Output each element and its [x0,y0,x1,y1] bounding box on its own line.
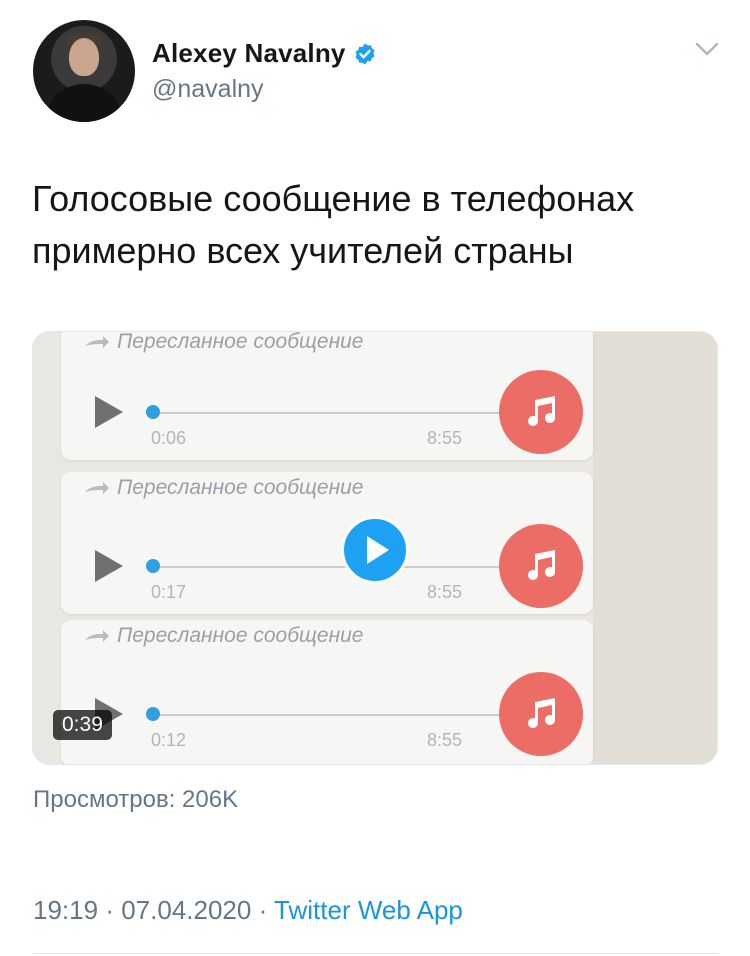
video-play-button[interactable] [341,516,409,584]
progress-dot [146,405,160,419]
total-time: 8:55 [427,730,463,750]
progress-dot [146,559,160,573]
forward-arrow-icon [85,336,109,348]
music-note-icon [528,550,555,580]
voice-message: Пересланное сообщение 0:17 8:55 [61,472,593,614]
video-player[interactable]: Пересланное сообщение 0:06 8:55 Переслан… [32,331,718,765]
verified-badge-icon [355,43,375,64]
avatar-body [45,84,123,122]
tweet-text-line-1: Голосовые сообщение в телефонах [32,178,635,219]
tweet-time[interactable]: 19:19 [33,895,98,925]
music-avatar [499,672,583,756]
forwarded-text: Пересланное сообщение [117,476,364,499]
music-avatar [499,370,583,454]
view-count: Просмотров: 206K [33,786,239,813]
meta-separator: · [258,895,268,925]
music-note-icon [528,396,555,426]
forwarded-text: Пересланное сообщение [117,624,364,647]
forwarded-text: Пересланное сообщение [117,331,364,353]
audio-track [153,714,499,716]
elapsed-time: 0:06 [151,428,187,448]
avatar-face [69,38,99,76]
voice-message: Пересланное сообщение 0:12 8:55 [61,620,593,764]
elapsed-time: 0:12 [151,730,187,750]
play-icon [95,396,123,428]
forwarded-label: Пересланное сообщение [83,331,364,354]
elapsed-time: 0:17 [151,582,187,602]
source-app-link[interactable]: Twitter Web App [274,895,463,925]
music-note-icon [528,698,555,728]
chevron-down-icon[interactable] [694,40,720,58]
total-time: 8:55 [427,428,463,448]
meta-separator: · [105,895,114,925]
total-time: 8:55 [427,582,463,602]
author-name[interactable]: Alexey Navalny [152,38,346,69]
tweet-text: Голосовые сообщение в телефонах примерно… [32,173,722,277]
progress-dot [146,707,160,721]
forward-arrow-icon [85,630,109,642]
tweet-meta: 19:19 · 07.04.2020 · Twitter Web App [33,895,463,926]
author-row: Alexey Navalny [152,38,377,69]
author-handle[interactable]: @navalny [152,75,264,104]
audio-track [153,566,499,568]
audio-track [153,412,499,414]
chat-background [593,332,717,764]
play-icon [95,550,123,582]
play-icon [367,536,389,564]
forwarded-label: Пересланное сообщение [83,476,363,500]
voice-message: Пересланное сообщение 0:06 8:55 [61,331,593,460]
forward-arrow-icon [85,482,109,494]
tweet-date[interactable]: 07.04.2020 [121,895,251,925]
forwarded-label: Пересланное сообщение [83,624,363,648]
divider [33,953,718,954]
video-duration-badge: 0:39 [53,710,112,740]
tweet-text-line-2: примерно всех учителей страны [32,230,574,271]
avatar[interactable] [33,20,135,122]
music-avatar [499,524,583,608]
